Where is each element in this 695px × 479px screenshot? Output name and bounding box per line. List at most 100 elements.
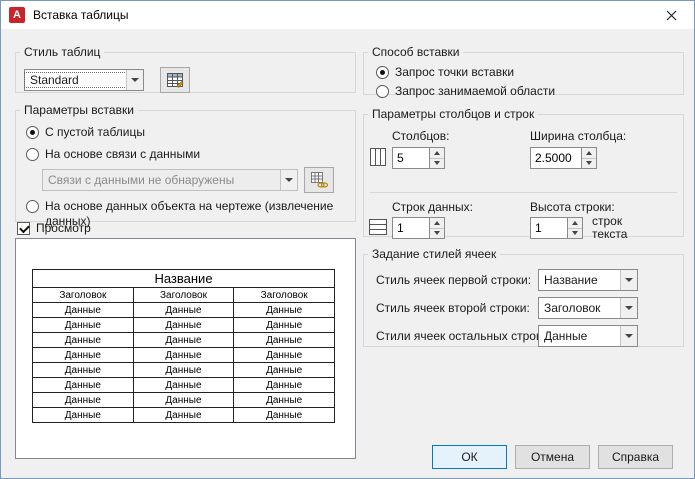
group-insert-options: Параметры вставки С пустой таблицы На ос… — [15, 103, 356, 228]
radio-insert-point[interactable]: Запрос точки вставки — [376, 65, 514, 80]
first-row-style-combobox[interactable]: Название — [538, 269, 638, 291]
preview-data-cell: Данные — [132, 332, 235, 348]
radio-insert-area[interactable]: Запрос занимаемой области — [376, 84, 555, 99]
preview-panel: Название Заголовок Заголовок Заголовок Д… — [15, 238, 356, 459]
radio-unselected-icon — [26, 148, 39, 161]
preview-data-cell: Данные — [32, 302, 134, 318]
chevron-down-icon[interactable] — [620, 298, 637, 318]
preview-data-cell: Данные — [233, 302, 335, 318]
other-rows-style-label: Стили ячеек остальных строк: — [376, 329, 545, 343]
radio-selected-icon — [26, 126, 39, 139]
spin-up-icon — [434, 150, 440, 155]
columns-spin-up-button[interactable] — [430, 148, 444, 158]
insert-options-group-label: Параметры вставки — [24, 103, 134, 117]
second-row-style-combobox[interactable]: Заголовок — [538, 297, 638, 319]
close-icon — [666, 10, 677, 20]
preview-data-cell: Данные — [233, 332, 335, 348]
preview-data-cell: Данные — [233, 407, 335, 423]
cell-styles-group-label: Задание стилей ячеек — [372, 247, 497, 261]
preview-data-cell: Данные — [32, 332, 134, 348]
titlebar: A Вставка таблицы — [1, 1, 694, 29]
radio-empty-table[interactable]: С пустой таблицы — [26, 125, 145, 140]
table-style-combobox[interactable]: Standard — [24, 69, 144, 91]
column-width-input[interactable] — [530, 147, 582, 169]
preview-header-cell: Заголовок — [32, 287, 134, 303]
column-width-spinner — [530, 147, 597, 169]
divider — [370, 192, 677, 193]
preview-data-cell: Данные — [233, 392, 335, 408]
chevron-down-icon[interactable] — [620, 326, 637, 346]
group-columns-rows: Параметры столбцов и строк Столбцов: Шир… — [363, 107, 684, 241]
column-width-spin-up-button[interactable] — [582, 148, 596, 158]
group-insert-behavior: Способ вставки Запрос точки вставки Запр… — [363, 45, 684, 98]
preview-data-cell: Данные — [132, 347, 235, 363]
table-columns-icon — [368, 147, 388, 170]
table-style-group-label: Стиль таблиц — [24, 45, 101, 59]
columns-spinner — [392, 147, 445, 169]
launch-table-style-dialog-button[interactable] — [160, 67, 190, 93]
ok-button[interactable]: ОК — [432, 445, 507, 469]
row-height-spinner — [530, 217, 583, 239]
preview-data-cell: Данные — [32, 362, 134, 378]
checkbox-checked-icon — [17, 222, 30, 235]
radio-unselected-icon — [376, 85, 389, 98]
data-rows-spin-down-button[interactable] — [430, 227, 444, 238]
spin-down-icon — [572, 231, 578, 236]
radio-selected-icon — [376, 66, 389, 79]
preview-data-cell: Данные — [132, 377, 235, 393]
column-width-label: Ширина столбца: — [530, 129, 627, 143]
column-width-spin-down-button[interactable] — [582, 157, 596, 168]
preview-data-cell: Данные — [132, 302, 235, 318]
data-link-value: Связи с данными не обнаружены — [48, 173, 235, 187]
close-button[interactable] — [649, 1, 694, 29]
preview-data-cell: Данные — [32, 317, 134, 333]
data-link-icon — [311, 172, 328, 188]
second-row-style-value: Заголовок — [544, 301, 601, 315]
preview-data-cell: Данные — [132, 392, 235, 408]
row-height-input[interactable] — [530, 217, 568, 239]
data-rows-input[interactable] — [392, 217, 430, 239]
preview-data-cell: Данные — [233, 317, 335, 333]
preview-checkbox-label: Просмотр — [36, 221, 91, 235]
preview-data-cell: Данные — [233, 347, 335, 363]
radio-data-link[interactable]: На основе связи с данными — [26, 147, 200, 162]
row-height-suffix-label: строк текста — [592, 214, 628, 241]
radio-insert-point-label: Запрос точки вставки — [395, 65, 515, 79]
preview-data-cell: Данные — [132, 362, 235, 378]
preview-data-cell: Данные — [32, 407, 134, 423]
table-style-value: Standard — [24, 72, 127, 88]
preview-table: Название Заголовок Заголовок Заголовок Д… — [32, 269, 335, 423]
spin-down-icon — [586, 161, 592, 166]
spin-down-icon — [434, 161, 440, 166]
preview-table-title: Название — [32, 269, 335, 288]
radio-data-link-label: На основе связи с данными — [45, 147, 201, 161]
preview-header-cell: Заголовок — [132, 287, 235, 303]
preview-header-cell: Заголовок — [233, 287, 335, 303]
chevron-down-icon — [280, 170, 297, 190]
preview-checkbox[interactable]: Просмотр — [17, 221, 91, 236]
table-edit-icon — [167, 73, 184, 88]
help-button[interactable]: Справка — [598, 445, 673, 469]
data-link-combobox: Связи с данными не обнаружены — [42, 169, 298, 191]
columns-rows-group-label: Параметры столбцов и строк — [372, 107, 535, 121]
row-height-spin-up-button[interactable] — [568, 218, 582, 228]
cancel-button[interactable]: Отмена — [515, 445, 590, 469]
row-height-label: Высота строки: — [530, 200, 615, 214]
table-rows-icon — [368, 217, 388, 240]
chevron-down-icon[interactable] — [126, 70, 143, 90]
data-rows-label: Строк данных: — [392, 200, 473, 214]
data-rows-spin-up-button[interactable] — [430, 218, 444, 228]
preview-data-cell: Данные — [32, 347, 134, 363]
columns-spin-down-button[interactable] — [430, 157, 444, 168]
group-table-style: Стиль таблиц Standard — [15, 45, 356, 93]
other-rows-style-combobox[interactable]: Данные — [538, 325, 638, 347]
preview-data-cell: Данные — [132, 317, 235, 333]
preview-data-cell: Данные — [32, 377, 134, 393]
dialog-title: Вставка таблицы — [33, 8, 129, 22]
launch-data-link-manager-button[interactable] — [304, 167, 334, 193]
chevron-down-icon[interactable] — [620, 270, 637, 290]
other-rows-style-value: Данные — [544, 329, 588, 343]
columns-input[interactable] — [392, 147, 430, 169]
second-row-style-label: Стиль ячеек второй строки: — [376, 301, 530, 315]
row-height-spin-down-button[interactable] — [568, 227, 582, 238]
